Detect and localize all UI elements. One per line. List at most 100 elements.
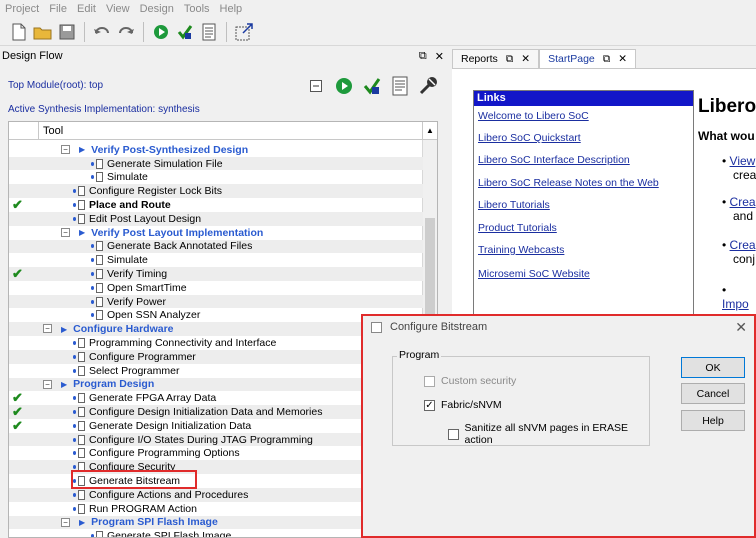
tree-row[interactable]: Verify Power — [9, 294, 423, 309]
close-icon[interactable]: ✕ — [618, 53, 627, 65]
tool-label: Generate Back Annotated Files — [107, 240, 253, 253]
tool-label: Configure I/O States During JTAG Program… — [89, 433, 313, 446]
tool-icon — [91, 241, 103, 252]
tree-row[interactable]: Edit Post Layout Design — [9, 212, 423, 226]
document-tabs: Reports ⧉ ✕ StartPage ⧉ ✕ — [452, 48, 756, 68]
tree-row[interactable]: − ▶ Verify Post-Synthesized Design — [9, 143, 423, 157]
undock-icon[interactable]: ⧉ — [506, 53, 514, 66]
tool-label: Select Programmer — [89, 364, 180, 377]
collapse-toggle-icon[interactable]: − — [61, 145, 70, 154]
tool-icon — [91, 255, 103, 266]
tool-icon — [73, 420, 85, 431]
completed-check-icon: ✔ — [12, 197, 23, 213]
link-training-webcasts[interactable]: Training Webcasts — [478, 244, 564, 256]
collapse-toggle-icon[interactable]: − — [43, 379, 52, 389]
save-icon[interactable] — [56, 21, 78, 43]
tool-icon — [73, 448, 85, 459]
bullet-item: • Crea conj — [722, 238, 756, 266]
start-page-question: What wou — [698, 129, 755, 143]
help-button[interactable]: Help — [681, 410, 745, 431]
tool-icon — [91, 296, 103, 307]
sanitize-snvm-checkbox[interactable]: Sanitize all sNVM pages in ERASE action — [448, 422, 649, 446]
tool-icon — [73, 213, 85, 224]
tool-label: Configure Programmer — [89, 350, 196, 363]
tool-icon — [73, 393, 85, 404]
fabric-snvm-checkbox[interactable]: ✓ Fabric/sNVM — [424, 399, 502, 411]
tool-label: Generate FPGA Array Data — [89, 392, 217, 405]
link-quickstart[interactable]: Libero SoC Quickstart — [478, 132, 581, 144]
undock-icon[interactable]: ⧉ — [603, 53, 611, 66]
toolbar-divider — [226, 21, 227, 42]
completed-check-icon: ✔ — [12, 266, 23, 282]
menu-file[interactable]: File — [44, 3, 72, 15]
undo-icon[interactable] — [91, 21, 113, 43]
menu-project[interactable]: Project — [0, 3, 44, 15]
ok-button[interactable]: OK — [681, 357, 745, 378]
section-label: Verify Post-Synthesized Design — [91, 143, 249, 156]
section-label: Program Design — [73, 378, 155, 391]
close-icon[interactable]: ✕ — [521, 53, 530, 65]
link-product-tutorials[interactable]: Product Tutorials — [478, 222, 557, 234]
collapse-toggle-icon[interactable]: − — [61, 517, 70, 527]
tool-icon — [73, 503, 85, 514]
tool-label: Configure Actions and Procedures — [89, 488, 249, 501]
tab-startpage[interactable]: StartPage ⧉ ✕ — [539, 49, 637, 68]
select-area-icon[interactable] — [233, 21, 255, 43]
run-icon[interactable] — [150, 21, 172, 43]
tree-row[interactable]: Simulate — [9, 253, 423, 267]
main-toolbar — [0, 18, 756, 46]
undock-icon[interactable]: ⧉ — [419, 50, 427, 63]
check-icon[interactable] — [361, 75, 383, 97]
link-microsemi-website[interactable]: Microsemi SoC Website — [478, 268, 590, 280]
tree-row[interactable]: Simulate — [9, 171, 423, 185]
app-icon — [371, 321, 382, 333]
tree-row[interactable]: Generate Back Annotated Files — [9, 239, 423, 254]
design-flow-header: Design Flow ⧉ ✕ — [0, 48, 448, 64]
link-welcome[interactable]: Welcome to Libero SoC — [478, 110, 589, 122]
tree-row[interactable]: Configure Register Lock Bits — [9, 184, 423, 199]
collapse-toggle-icon[interactable]: − — [61, 227, 70, 237]
tree-row[interactable]: ✔ Place and Route — [9, 197, 423, 213]
new-file-icon[interactable] — [8, 21, 30, 43]
tool-label: Edit Post Layout Design — [89, 212, 202, 225]
close-icon[interactable]: ✕ — [435, 50, 444, 63]
toolbar-divider — [143, 21, 144, 42]
clean-flow-icon[interactable] — [417, 75, 439, 97]
scroll-up-icon[interactable]: ▲ — [422, 122, 437, 139]
run-flow-icon[interactable] — [333, 75, 355, 97]
collapse-toggle-icon[interactable]: − — [43, 324, 52, 334]
check-design-icon[interactable] — [174, 21, 196, 43]
tool-label: Open SSN Analyzer — [107, 309, 201, 322]
tool-column-header[interactable]: Tool — [39, 122, 422, 139]
top-module-label: Top Module(root): top — [8, 80, 104, 91]
start-page-heading: Libero — [698, 96, 756, 117]
redo-icon[interactable] — [115, 21, 137, 43]
tree-row[interactable]: − ▶ Verify Post Layout Implementation — [9, 226, 423, 240]
collapse-all-icon[interactable] — [305, 75, 327, 97]
tree-row[interactable]: ✔ Verify Timing — [9, 266, 423, 282]
menu-edit[interactable]: Edit — [72, 3, 101, 15]
report-icon[interactable] — [389, 75, 411, 97]
tool-label: Programming Connectivity and Interface — [89, 337, 277, 350]
menu-design[interactable]: Design — [135, 3, 179, 15]
tool-label: Generate Simulation File — [107, 157, 223, 170]
tool-label: Open SmartTime — [107, 281, 187, 294]
link-release-notes[interactable]: Libero SoC Release Notes on the Web — [478, 177, 659, 189]
tool-label: Place and Route — [89, 199, 171, 212]
tree-row[interactable]: Open SmartTime — [9, 281, 423, 295]
menu-view[interactable]: View — [101, 3, 135, 15]
cancel-button[interactable]: Cancel — [681, 383, 745, 404]
tab-reports[interactable]: Reports ⧉ ✕ — [452, 49, 540, 68]
tool-icon — [73, 489, 85, 500]
link-libero-tutorials[interactable]: Libero Tutorials — [478, 199, 550, 211]
open-folder-icon[interactable] — [32, 21, 54, 43]
link-interface-description[interactable]: Libero SoC Interface Description — [478, 154, 630, 166]
scrollbar-thumb[interactable] — [425, 218, 435, 314]
close-icon[interactable]: ✕ — [735, 319, 747, 336]
menu-tools[interactable]: Tools — [179, 3, 215, 15]
tree-row[interactable]: Generate Simulation File — [9, 156, 423, 171]
menu-help[interactable]: Help — [215, 3, 248, 15]
report-icon[interactable] — [198, 21, 220, 43]
custom-security-checkbox[interactable]: Custom security — [424, 375, 516, 387]
tool-icon — [91, 269, 103, 280]
